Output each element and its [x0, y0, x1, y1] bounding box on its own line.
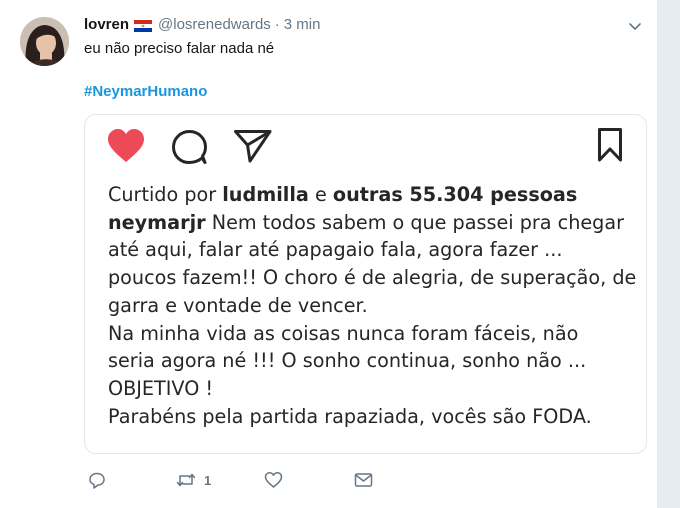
bookmark-icon: [597, 127, 623, 168]
caption-line: até aqui, falar até papagaio fala, agora…: [108, 238, 563, 262]
caption-text: Nem todos sabem o que passei pra chegar: [205, 210, 624, 234]
caption-line: poucos fazem!! O choro é de alegria, de …: [108, 266, 637, 290]
reply-button[interactable]: [88, 470, 106, 490]
instagram-post-text: Curtido por ludmilla e outras 55.304 pes…: [108, 181, 638, 430]
separator: ·: [274, 16, 280, 33]
direct-message-icon: [354, 473, 373, 487]
post-author: neymarjr: [108, 210, 206, 234]
timestamp[interactable]: 3 min: [284, 16, 321, 33]
comment-icon: [171, 129, 209, 170]
heart-icon: [106, 128, 146, 169]
hashtag-link[interactable]: #NeymarHumano: [84, 83, 207, 100]
chevron-down-icon[interactable]: [628, 20, 642, 34]
likes-others: outras 55.304 pessoas: [332, 183, 578, 206]
caption-line: seria agora né !!! O sonho continua, son…: [108, 349, 587, 373]
retweet-icon: [176, 473, 196, 487]
reply-icon: [89, 472, 105, 489]
likes-mid: e: [308, 183, 333, 206]
caption-line: OBJETIVO !: [108, 376, 214, 400]
embedded-image[interactable]: Curtido por ludmilla e outras 55.304 pes…: [84, 114, 647, 454]
like-button[interactable]: [264, 470, 283, 490]
retweet-count: 1: [204, 472, 212, 488]
direct-message-button[interactable]: [354, 470, 373, 490]
caption-line: Parabéns pela partida rapaziada, vocês s…: [108, 404, 592, 428]
caption-line: neymarjr Nem todos sabem o que passei pr…: [108, 209, 638, 237]
likes-prefix: Curtido por: [108, 183, 223, 206]
paraguay-flag-icon: [134, 19, 153, 32]
share-icon: [233, 128, 273, 169]
like-icon: [264, 472, 283, 488]
liked-user: ludmilla: [222, 183, 309, 206]
tweet-text: eu não preciso falar nada né: [84, 40, 275, 57]
caption-line: Na minha vida as coisas nunca foram fáce…: [108, 321, 579, 345]
display-name[interactable]: lovren: [84, 16, 129, 33]
retweet-button[interactable]: 1: [176, 470, 211, 490]
avatar[interactable]: [20, 17, 69, 66]
handle[interactable]: @losrenedwards: [158, 16, 271, 33]
caption-line: garra e vontade de vencer.: [108, 293, 368, 317]
likes-line: Curtido por ludmilla e outras 55.304 pes…: [108, 181, 638, 209]
tweet-card[interactable]: lovren @losrenedwards · 3 min eu não pre…: [0, 0, 658, 508]
tweet-header: lovren @losrenedwards · 3 min: [84, 16, 320, 33]
